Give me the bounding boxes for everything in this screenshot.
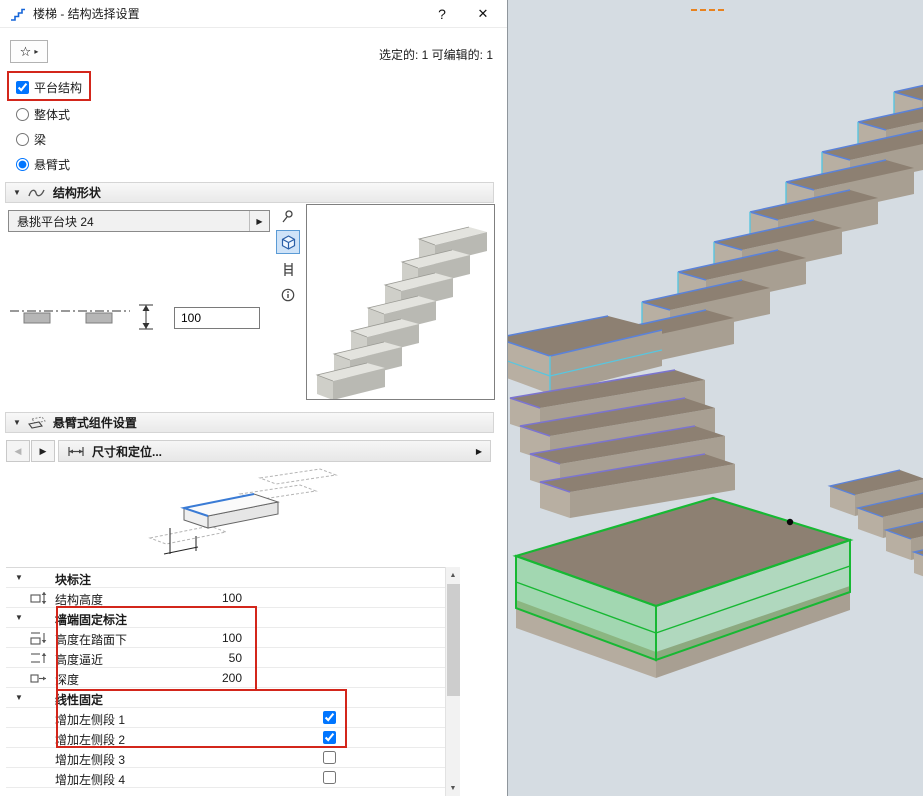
checkbox-row[interactable]: 增加左侧段 3 — [6, 748, 445, 768]
stair-icon — [10, 7, 26, 21]
caret-right-icon: ▸ — [34, 47, 38, 56]
shape-section-title: 结构形状 — [53, 184, 101, 201]
dropdown-value: 悬挑平台块 24 — [9, 213, 249, 230]
radio-monolithic-label: 整体式 — [34, 106, 70, 123]
size-position-flyout[interactable]: 尺寸和定位... ▶ — [58, 440, 491, 462]
radio-cantilever-label: 悬臂式 — [34, 156, 70, 173]
next-component-button[interactable]: ▶ — [31, 440, 55, 462]
stair-settings-dialog: 楼梯 - 结构选择设置 ? ✕ ☆ ▸ 选定的: 1 可编辑的: 1 平台结构 … — [0, 0, 508, 796]
table-scrollbar[interactable]: ▲ ▼ — [445, 567, 460, 796]
scrollbar-thumb[interactable] — [447, 584, 460, 696]
property-value[interactable]: 100 — [156, 591, 242, 605]
dimension-icon — [67, 445, 85, 458]
section-view-button[interactable] — [276, 257, 300, 281]
structure-preview[interactable] — [306, 204, 495, 400]
red-annotation-linear-fixing — [56, 689, 347, 748]
component-section-title: 悬臂式组件设置 — [53, 414, 137, 431]
collapse-triangle-icon: ▼ — [13, 188, 21, 197]
pin-tool-button[interactable] — [276, 204, 300, 228]
collapse-triangle-icon: ▼ — [15, 613, 23, 622]
checkbox-row[interactable]: 增加左侧段 4 — [6, 768, 445, 788]
red-annotation-wall-fixing — [56, 606, 257, 691]
scroll-down-button[interactable]: ▼ — [446, 780, 460, 796]
collapse-triangle-icon: ▼ — [15, 693, 23, 702]
radio-beam-label: 梁 — [34, 131, 46, 148]
add-left-segment-4-checkbox[interactable] — [323, 771, 336, 784]
star-icon: ☆ — [20, 44, 32, 60]
component-settings-icon — [28, 416, 46, 430]
radio-cantilever[interactable]: 悬臂式 — [16, 156, 70, 173]
property-label: 增加左侧段 3 — [55, 751, 125, 768]
size-position-label: 尺寸和定位... — [92, 443, 162, 460]
add-left-segment-3-checkbox[interactable] — [323, 751, 336, 764]
shape-section-header[interactable]: ▼ 结构形状 — [5, 182, 494, 203]
depth-icon — [29, 671, 47, 685]
height-dimension-diagram — [8, 301, 166, 335]
collapse-triangle-icon: ▼ — [15, 573, 23, 582]
preview-stairs-image — [307, 205, 494, 399]
shape-icon — [28, 187, 46, 199]
cube-3d-icon — [281, 235, 296, 250]
group-row[interactable]: ▼ 块标注 — [6, 568, 445, 588]
radio-beam[interactable]: 梁 — [16, 131, 46, 148]
property-label: 增加左侧段 4 — [55, 771, 125, 788]
selection-info: 选定的: 1 可编辑的: 1 — [379, 46, 493, 63]
structure-height-input[interactable] — [174, 307, 260, 329]
red-annotation-platform — [7, 71, 91, 101]
cursor-dot — [787, 519, 793, 525]
radio-monolithic[interactable]: 整体式 — [16, 106, 70, 123]
radio-monolithic-input[interactable] — [16, 108, 29, 121]
dialog-title: 楼梯 - 结构选择设置 — [33, 5, 140, 22]
flyout-arrow-icon: ▶ — [476, 447, 482, 456]
info-icon — [281, 288, 295, 302]
component-wireframe-diagram — [138, 466, 343, 564]
property-row[interactable]: 结构高度 100 — [6, 588, 445, 608]
dialog-titlebar[interactable]: 楼梯 - 结构选择设置 ? ✕ — [0, 0, 507, 28]
component-section-header[interactable]: ▼ 悬臂式组件设置 — [5, 412, 494, 433]
archicad-window: 楼梯 - 结构选择设置 ? ✕ ☆ ▸ 选定的: 1 可编辑的: 1 平台结构 … — [0, 0, 923, 796]
collapse-triangle-icon: ▼ — [13, 418, 21, 427]
dropdown-arrow-icon: ▶ — [249, 211, 269, 231]
3d-view-button[interactable] — [276, 230, 300, 254]
height-under-tread-icon — [29, 631, 47, 645]
3d-viewport[interactable] — [508, 0, 923, 796]
height-approach-icon — [29, 651, 47, 665]
help-button[interactable]: ? — [428, 2, 456, 26]
3d-stair-model — [508, 0, 923, 796]
scroll-up-button[interactable]: ▲ — [446, 567, 460, 583]
prev-component-button[interactable]: ◀ — [6, 440, 30, 462]
favorites-button[interactable]: ☆ ▸ — [10, 40, 48, 63]
radio-cantilever-input[interactable] — [16, 158, 29, 171]
info-button[interactable] — [276, 283, 300, 307]
close-button[interactable]: ✕ — [469, 2, 497, 26]
group-label: 块标注 — [55, 571, 91, 588]
radio-beam-input[interactable] — [16, 133, 29, 146]
pin-icon — [281, 209, 295, 223]
structure-height-icon — [29, 591, 47, 605]
ladder-icon — [282, 262, 295, 277]
structure-type-dropdown[interactable]: 悬挑平台块 24 ▶ — [8, 210, 270, 232]
